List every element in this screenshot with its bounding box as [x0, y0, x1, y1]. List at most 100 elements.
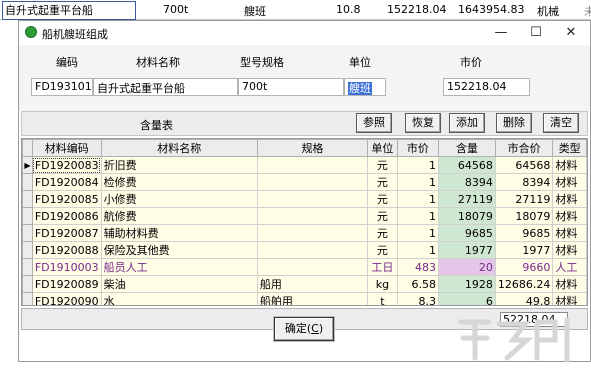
cell-qty[interactable]: 8394 — [438, 173, 496, 191]
cell-price[interactable]: 1 — [396, 224, 440, 242]
table-row[interactable]: FD1920085 小修费元 1 27119 27119 材料 — [22, 190, 587, 208]
cell-code[interactable]: FD1920088 — [31, 241, 102, 259]
cell-name[interactable]: 柴油 — [100, 275, 258, 293]
column-header-unit[interactable]: 单位 — [367, 139, 398, 157]
table-row[interactable]: FD1920088 保险及其他费元 1 1977 1977 材料 — [22, 241, 587, 259]
cell-total[interactable]: 49.8 — [494, 292, 554, 305]
add-button[interactable]: 添加 — [449, 113, 485, 133]
column-header-qty[interactable]: 含量 — [438, 139, 496, 157]
cell-qty[interactable]: 27119 — [438, 190, 496, 208]
cell-price[interactable]: 1 — [396, 207, 440, 225]
cell-price[interactable]: 1 — [396, 156, 440, 174]
cell-unit[interactable]: 元 — [367, 190, 398, 208]
cell-code[interactable]: FD1920083 — [31, 156, 102, 174]
cell-type[interactable]: 材料 — [552, 275, 587, 293]
column-header-spec[interactable]: 规格 — [256, 139, 369, 157]
cell-name[interactable]: 保险及其他费 — [100, 241, 258, 259]
cell-name[interactable]: 水 — [100, 292, 258, 305]
cell-type[interactable]: 材料 — [552, 292, 587, 305]
cell-price[interactable]: 6.58 — [396, 275, 440, 293]
cell-type[interactable]: 材料 — [552, 241, 587, 259]
cell-type[interactable]: 材料 — [552, 224, 587, 242]
maximize-button[interactable]: ☐ — [522, 23, 550, 43]
cell-total[interactable]: 64568 — [494, 156, 554, 174]
cell-unit[interactable]: 元 — [367, 224, 398, 242]
cell-code[interactable]: FD1920089 — [31, 275, 102, 293]
cell-unit[interactable]: 元 — [367, 156, 398, 174]
cell-code[interactable]: FD1920090 — [31, 292, 102, 305]
cell-unit[interactable]: 元 — [367, 241, 398, 259]
cell-spec[interactable]: 船舶用 — [256, 292, 369, 305]
close-button[interactable]: ✕ — [557, 23, 585, 43]
cell-type[interactable]: 材料 — [552, 156, 587, 174]
cell-spec[interactable] — [256, 190, 369, 208]
cell-qty[interactable]: 1977 — [438, 241, 496, 259]
code-field[interactable]: FD1931019 — [31, 78, 93, 96]
spec-field[interactable]: 700t — [238, 78, 344, 96]
cell-qty[interactable]: 18079 — [438, 207, 496, 225]
cell-price[interactable]: 1 — [396, 173, 440, 191]
cell-qty[interactable]: 6 — [438, 292, 496, 305]
cell-spec[interactable] — [256, 258, 369, 276]
cell-code[interactable]: FD1920086 — [31, 207, 102, 225]
cell-spec[interactable] — [256, 207, 369, 225]
cell-unit[interactable]: kg — [367, 275, 398, 293]
cell-spec[interactable] — [256, 173, 369, 191]
cell-total[interactable]: 27119 — [494, 190, 554, 208]
tab-content-table[interactable]: 含量表 — [140, 117, 173, 133]
minimize-button[interactable]: — — [487, 23, 515, 43]
cell-price[interactable]: 1 — [396, 241, 440, 259]
cell-code[interactable]: FD1920085 — [31, 190, 102, 208]
cell-total[interactable]: 18079 — [494, 207, 554, 225]
table-row[interactable]: FD1910003 船员人工 工日 483 20 9660 人工 — [22, 258, 587, 276]
cell-unit[interactable]: 元 — [367, 173, 398, 191]
table-row[interactable]: FD1920087 辅助材料费元 1 9685 9685 材料 — [22, 224, 587, 242]
reference-button[interactable]: 参照 — [356, 113, 392, 133]
cell-qty[interactable]: 9685 — [438, 224, 496, 242]
cell-name[interactable]: 航修费 — [100, 207, 258, 225]
cell-name[interactable]: 小修费 — [100, 190, 258, 208]
cell-unit[interactable]: 工日 — [367, 258, 398, 276]
clear-button[interactable]: 清空 — [543, 113, 579, 133]
cell-unit[interactable]: t — [367, 292, 398, 305]
cell-qty[interactable]: 20 — [438, 258, 496, 276]
column-header-total[interactable]: 市合价 — [494, 139, 554, 157]
cell-total[interactable]: 1977 — [494, 241, 554, 259]
cell-total[interactable]: 8394 — [494, 173, 554, 191]
cell-type[interactable]: 材料 — [552, 190, 587, 208]
column-header-code[interactable]: 材料编码 — [31, 139, 102, 157]
cell-unit[interactable]: 元 — [367, 207, 398, 225]
table-row[interactable]: FD1920090 水船舶用 t 8.3 6 49.8 材料 — [22, 292, 587, 305]
delete-button[interactable]: 删除 — [496, 113, 532, 133]
cell-name[interactable]: 辅助材料费 — [100, 224, 258, 242]
cell-price[interactable]: 8.3 — [396, 292, 440, 305]
cell-spec[interactable] — [256, 156, 369, 174]
cell-name[interactable]: 检修费 — [100, 173, 258, 191]
cell-qty[interactable]: 1928 — [438, 275, 496, 293]
cell-name[interactable]: 折旧费 — [100, 156, 258, 174]
restore-button[interactable]: 恢复 — [405, 113, 441, 133]
content-grid[interactable]: 材料编码 材料名称 规格 单位 市价 含量 市合价 类型 ▶ FD1920083 折… — [21, 138, 588, 306]
cell-spec[interactable]: 船用 — [256, 275, 369, 293]
cell-total[interactable]: 9660 — [494, 258, 554, 276]
ok-button[interactable]: 确定(C) — [274, 317, 334, 341]
cell-name[interactable]: 船员人工 — [100, 258, 258, 276]
cell-total[interactable]: 12686.24 — [494, 275, 554, 293]
title-bar[interactable]: 船机艘班组成 — ☐ ✕ — [19, 21, 590, 45]
name-field[interactable]: 自升式起重平台船 — [93, 78, 238, 96]
cell-code[interactable]: FD1920084 — [31, 173, 102, 191]
unit-field[interactable]: 艘班 — [344, 78, 386, 96]
cell-type[interactable]: 材料 — [552, 207, 587, 225]
cell-code[interactable]: FD1920087 — [31, 224, 102, 242]
cell-spec[interactable] — [256, 241, 369, 259]
column-header-price[interactable]: 市价 — [396, 139, 440, 157]
cell-qty[interactable]: 64568 — [438, 156, 496, 174]
cell-total[interactable]: 9685 — [494, 224, 554, 242]
table-row[interactable]: FD1920084 检修费元 1 8394 8394 材料 — [22, 173, 587, 191]
cell-code[interactable]: FD1910003 — [31, 258, 102, 276]
table-row[interactable]: FD1920089 柴油 船用 kg 6.58 1928 12686.24 材料 — [22, 275, 587, 293]
cell-price[interactable]: 1 — [396, 190, 440, 208]
table-row[interactable]: FD1920086 航修费元 1 18079 18079 材料 — [22, 207, 587, 225]
cell-price[interactable]: 483 — [396, 258, 440, 276]
column-header-name[interactable]: 材料名称 — [100, 139, 258, 157]
